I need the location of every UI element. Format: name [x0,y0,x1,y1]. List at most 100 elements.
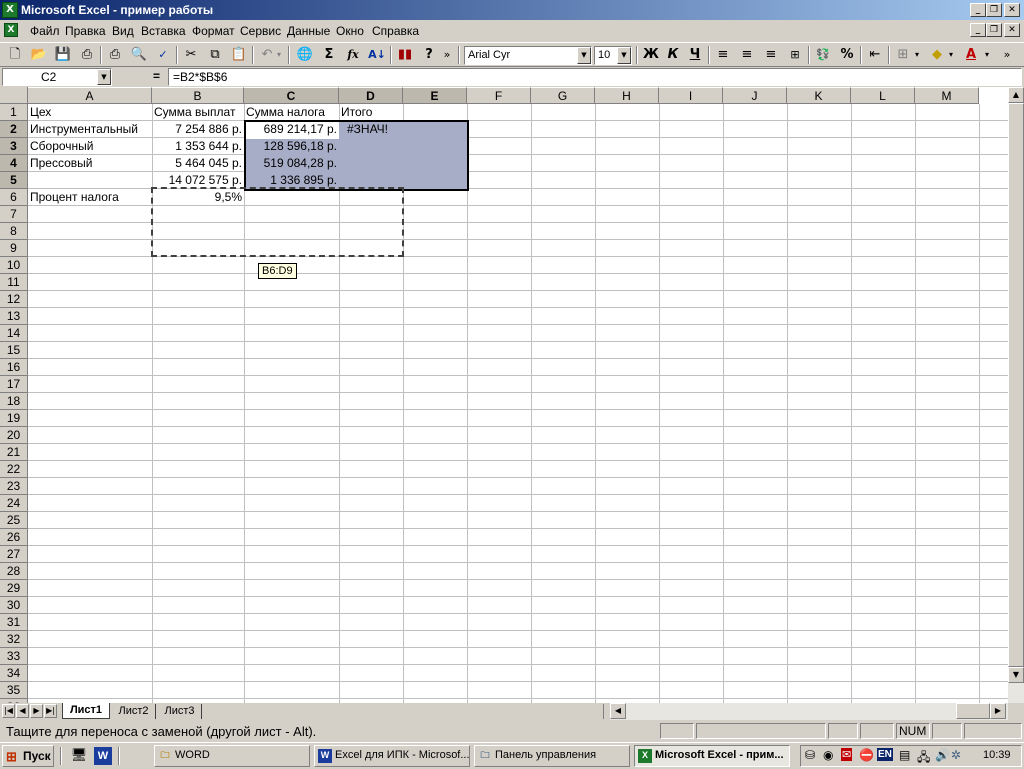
row-header-10[interactable]: 10 [0,257,28,274]
cut-icon[interactable]: ✂ [180,45,202,65]
function-icon[interactable]: fx [342,45,364,65]
row-header-32[interactable]: 32 [0,631,28,648]
formula-input[interactable]: =B2*$B$6 [168,68,1022,86]
last-sheet-icon[interactable]: ▶| [44,704,57,718]
autosum-icon[interactable]: Σ [318,45,340,65]
row-header-17[interactable]: 17 [0,376,28,393]
row-header-23[interactable]: 23 [0,478,28,495]
minimize-button[interactable]: _ [970,3,986,17]
taskbar-button-control-panel[interactable]: 🗀 Панель управления [474,745,630,767]
column-header-I[interactable]: I [659,87,723,104]
doc-close-button[interactable]: ✕ [1004,23,1020,37]
row-header-25[interactable]: 25 [0,512,28,529]
menu-insert[interactable]: Вставка [141,24,186,38]
prev-sheet-icon[interactable]: ◀ [16,704,29,718]
close-button[interactable]: ✕ [1004,3,1020,17]
paste-icon[interactable]: 📋 [228,45,250,65]
language-indicator[interactable]: EN [877,748,893,761]
column-header-E[interactable]: E [403,87,467,104]
column-header-L[interactable]: L [851,87,915,104]
row-header-11[interactable]: 11 [0,274,28,291]
cell-B4[interactable]: 5 464 045 р. [152,155,244,172]
size-dropdown-icon[interactable]: ▼ [617,47,631,64]
workbook-icon[interactable]: X [4,23,18,37]
row-header-22[interactable]: 22 [0,461,28,478]
menu-format[interactable]: Формат [192,24,235,38]
font-color-icon[interactable]: A [960,45,982,65]
more-icon[interactable]: » [440,45,454,65]
row-header-35[interactable]: 35 [0,682,28,699]
first-sheet-icon[interactable]: |◀ [2,704,15,718]
row-header-31[interactable]: 31 [0,614,28,631]
menu-view[interactable]: Вид [112,24,134,38]
taskbar-button-excel-active[interactable]: X Microsoft Excel - прим... [634,745,790,767]
row-header-13[interactable]: 13 [0,308,28,325]
open-icon[interactable]: 📂 [28,45,50,65]
row-header-8[interactable]: 8 [0,223,28,240]
column-header-J[interactable]: J [723,87,787,104]
row-header-33[interactable]: 33 [0,648,28,665]
cell-C1[interactable]: Сумма налога [244,104,339,121]
column-header-A[interactable]: A [28,87,152,104]
borders-dropdown[interactable]: ▾ [912,45,922,65]
row-header-14[interactable]: 14 [0,325,28,342]
fill-color-icon[interactable]: ◆ [926,45,948,65]
name-dropdown-icon[interactable]: ▼ [97,69,111,85]
menu-edit[interactable]: Правка [65,24,106,38]
font-name-box[interactable]: Arial Cyr ▼ [464,46,592,65]
tab-sheet2[interactable]: Лист2 [112,704,156,719]
cell-B1[interactable]: Сумма выплат [152,104,244,121]
row-header-7[interactable]: 7 [0,206,28,223]
scroll-left-icon[interactable]: ◀ [610,703,626,719]
horizontal-scrollbar[interactable]: ◀ ▶ [610,703,1008,720]
doc-minimize-button[interactable]: _ [970,23,986,37]
menu-data[interactable]: Данные [287,24,330,38]
align-center-icon[interactable]: ≡ [736,45,758,65]
font-dropdown-icon[interactable]: ▼ [577,47,591,64]
percent-button[interactable]: % [836,45,858,65]
row-header-6[interactable]: 6 [0,189,28,206]
align-left-icon[interactable]: ≡ [712,45,734,65]
print-preview-icon[interactable]: 🔍 [128,45,150,65]
cell-A2[interactable]: Инструментальный [28,121,152,138]
cell-D1[interactable]: Итого [339,104,403,121]
row-header-3[interactable]: 3 [0,138,28,155]
select-all-corner[interactable] [0,87,28,104]
row-header-5[interactable]: 5 [0,172,28,189]
start-button[interactable]: ⊞ Пуск [2,745,54,767]
row-header-24[interactable]: 24 [0,495,28,512]
row-header-21[interactable]: 21 [0,444,28,461]
hyperlink-icon[interactable]: 🌐 [294,45,316,65]
spelling-icon[interactable]: ✓ [152,45,174,65]
row-header-34[interactable]: 34 [0,665,28,682]
italic-button[interactable]: К [662,45,684,65]
row-header-30[interactable]: 30 [0,597,28,614]
tab-split-handle[interactable] [603,704,607,719]
print-icon[interactable]: ⎙ [104,45,126,65]
more-icon[interactable]: » [1000,45,1014,65]
cell-A3[interactable]: Сборочный [28,138,152,155]
new-icon[interactable]: 🗋 [4,45,26,65]
scroll-up-icon[interactable]: ▲ [1008,87,1024,103]
sort-icon[interactable]: A↓ [366,45,388,65]
permission-icon[interactable]: ⎙ [76,45,98,65]
merge-center-icon[interactable]: ⊞ [784,45,806,65]
undo-dropdown[interactable]: ▾ [274,45,284,65]
currency-icon[interactable]: 💱 [812,45,834,65]
menu-help[interactable]: Справка [372,24,419,38]
next-sheet-icon[interactable]: ▶ [30,704,43,718]
restore-button[interactable]: ❐ [986,3,1002,17]
bold-button[interactable]: Ж [640,45,662,65]
borders-icon[interactable]: ⊞ [892,45,914,65]
vertical-scrollbar[interactable]: ▲ ▼ [1008,87,1024,703]
tray-icon[interactable]: ◉ [823,748,833,762]
column-header-F[interactable]: F [467,87,531,104]
cell-A4[interactable]: Прессовый [28,155,152,172]
volume-icon[interactable]: 🔊 [935,748,950,762]
tray-icon[interactable]: ⛁ [805,748,815,762]
column-header-H[interactable]: H [595,87,659,104]
row-header-9[interactable]: 9 [0,240,28,257]
spreadsheet-grid[interactable]: Цех Сумма выплат Сумма налога Итого Инст… [0,87,1008,703]
row-header-16[interactable]: 16 [0,359,28,376]
scroll-thumb[interactable] [1008,103,1024,667]
